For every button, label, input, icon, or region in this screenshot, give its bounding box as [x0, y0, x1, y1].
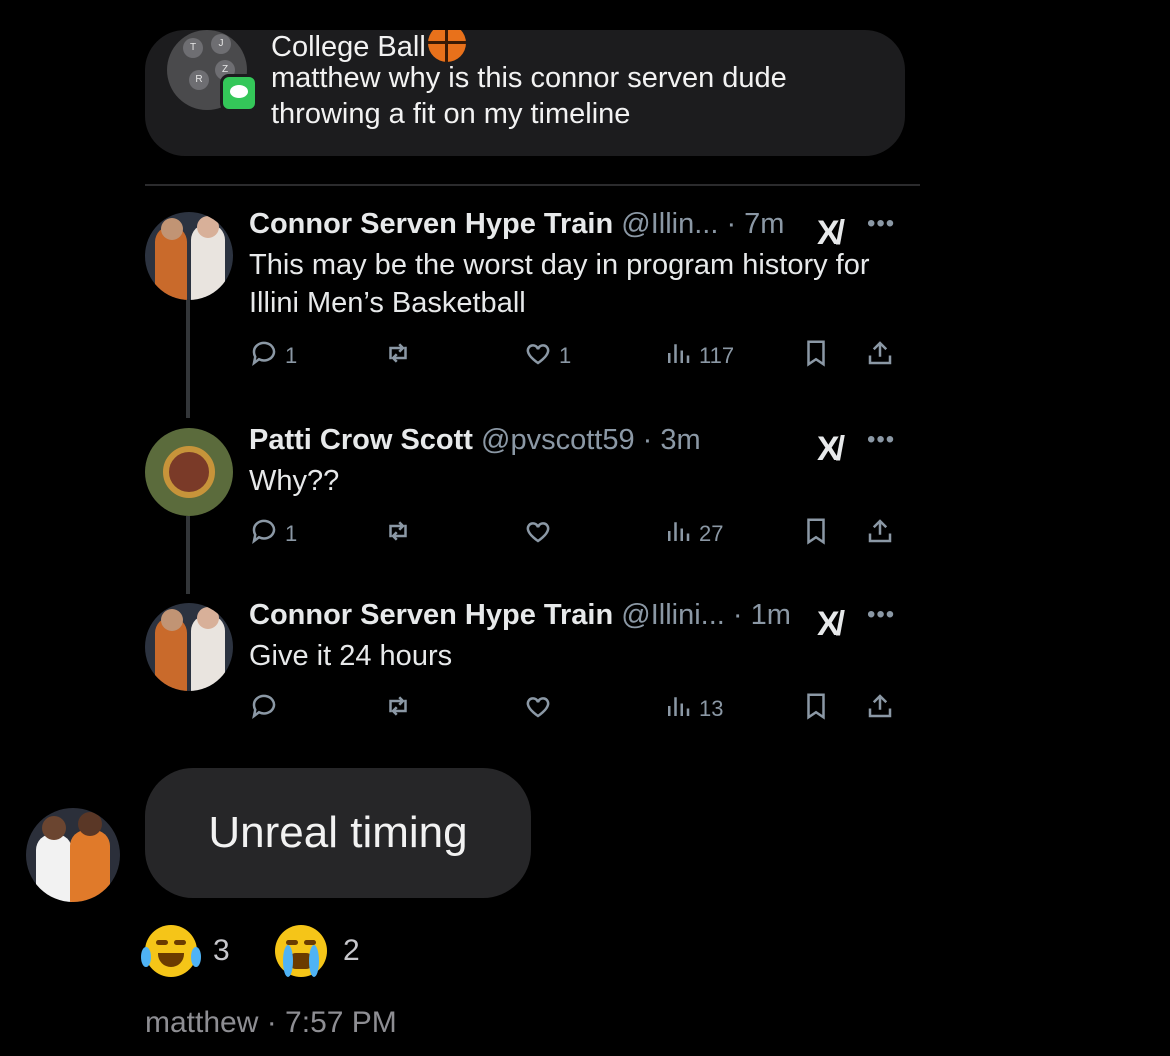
tweet-text: Why??	[249, 465, 340, 497]
tweet[interactable]: Patti Crow Scott @pvscott59 · 3m X/ ••• …	[145, 424, 905, 558]
handle[interactable]: @Illini...	[621, 599, 725, 631]
like-button[interactable]	[523, 516, 559, 552]
views-count: 13	[699, 696, 724, 721]
messages-icon	[220, 74, 258, 112]
timestamp: · 1m	[732, 599, 791, 631]
message-bubble[interactable]: Unreal timing	[145, 768, 531, 898]
like-button[interactable]	[523, 691, 559, 727]
views-count: 27	[699, 521, 724, 546]
tweet-actions: 13	[249, 691, 909, 727]
views-count: 117	[699, 343, 735, 368]
notification-banner[interactable]: T J R Z College Ball matthew why is this…	[145, 30, 905, 156]
share-icon	[865, 338, 895, 374]
like-icon	[523, 516, 553, 552]
tweet[interactable]: Connor Serven Hype Train @Illini... · 1m…	[145, 599, 905, 733]
reaction-count: 3	[213, 934, 230, 967]
reply-icon	[249, 691, 279, 727]
retweet-icon	[383, 691, 413, 727]
views-button[interactable]: 117	[663, 338, 734, 374]
display-name[interactable]: Connor Serven Hype Train	[249, 208, 613, 240]
loudly-crying-face-icon	[275, 925, 327, 977]
avatar[interactable]	[26, 808, 120, 902]
tweet-actions: 1 1 117	[249, 338, 909, 374]
retweet-button[interactable]	[383, 338, 419, 374]
retweet-button[interactable]	[383, 691, 419, 727]
reply-icon	[249, 338, 279, 374]
share-button[interactable]	[865, 516, 895, 552]
bookmark-button[interactable]	[801, 338, 831, 374]
more-icon[interactable]: •••	[867, 210, 895, 238]
tweet[interactable]: Connor Serven Hype Train @Illin... · 7m …	[145, 208, 905, 382]
divider	[145, 184, 920, 186]
reply-button[interactable]	[249, 691, 285, 727]
display-name[interactable]: Patti Crow Scott	[249, 424, 473, 456]
avatar[interactable]	[145, 428, 233, 516]
share-icon	[865, 691, 895, 727]
like-icon	[523, 691, 553, 727]
more-icon[interactable]: •••	[867, 426, 895, 454]
like-icon	[523, 338, 553, 374]
sender-name: matthew	[145, 1006, 259, 1039]
group-member-initial: T	[183, 38, 203, 58]
face-with-tears-of-joy-icon	[141, 925, 201, 977]
retweet-icon	[383, 516, 413, 552]
reaction[interactable]: 2	[275, 925, 360, 977]
group-member-initial: J	[211, 34, 231, 54]
reply-button[interactable]: 1	[249, 516, 297, 552]
timestamp: · 3m	[642, 424, 701, 456]
bookmark-icon	[801, 338, 831, 374]
views-icon	[663, 516, 693, 552]
avatar[interactable]	[145, 212, 233, 300]
reply-count: 1	[285, 521, 298, 546]
reply-count: 1	[285, 343, 298, 368]
like-button[interactable]: 1	[523, 338, 571, 374]
group-member-initial: R	[189, 70, 209, 90]
reaction-count: 2	[343, 934, 360, 967]
bookmark-button[interactable]	[801, 516, 831, 552]
reply-icon	[249, 516, 279, 552]
timestamp: · 7m	[726, 208, 785, 240]
handle[interactable]: @Illin...	[621, 208, 718, 240]
tweet-text: This may be the worst day in program his…	[249, 249, 870, 319]
tweet-text: Give it 24 hours	[249, 640, 453, 672]
reaction[interactable]: 3	[141, 925, 230, 977]
handle[interactable]: @pvscott59	[481, 424, 635, 456]
bookmark-icon	[801, 516, 831, 552]
message-text: Unreal timing	[208, 808, 468, 857]
views-button[interactable]: 27	[663, 516, 723, 552]
views-icon	[663, 691, 693, 727]
message-time: · 7:57 PM	[266, 1006, 397, 1039]
share-button[interactable]	[865, 691, 895, 727]
notification-message: matthew why is this connor serven dude t…	[271, 62, 787, 130]
message-meta: matthew · 7:57 PM	[145, 1006, 397, 1040]
tweet-actions: 1 27	[249, 516, 909, 552]
tweet-header: Connor Serven Hype Train @Illini... · 1m	[249, 599, 791, 632]
basketball-icon	[427, 30, 466, 62]
display-name[interactable]: Connor Serven Hype Train	[249, 599, 613, 631]
views-button[interactable]: 13	[663, 691, 723, 727]
tweet-header: Patti Crow Scott @pvscott59 · 3m	[249, 424, 701, 457]
notification-title: College Ball	[271, 30, 466, 64]
share-button[interactable]	[865, 338, 895, 374]
retweet-icon	[383, 338, 413, 374]
reply-button[interactable]: 1	[249, 338, 297, 374]
views-icon	[663, 338, 693, 374]
like-count: 1	[559, 343, 572, 368]
share-icon	[865, 516, 895, 552]
tweet-header: Connor Serven Hype Train @Illin... · 7m	[249, 208, 784, 241]
bookmark-button[interactable]	[801, 691, 831, 727]
avatar[interactable]	[145, 603, 233, 691]
retweet-button[interactable]	[383, 516, 419, 552]
bookmark-icon	[801, 691, 831, 727]
more-icon[interactable]: •••	[867, 601, 895, 629]
